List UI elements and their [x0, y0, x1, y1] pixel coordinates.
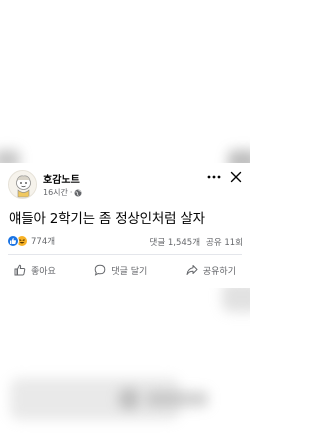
globe-icon [74, 189, 82, 197]
reaction-summary[interactable]: 774개 [7, 235, 55, 247]
avatar[interactable] [8, 170, 37, 199]
reaction-count: 774개 [31, 237, 56, 247]
close-icon [230, 171, 242, 183]
share-arrow-icon [186, 265, 198, 275]
share-button[interactable]: 공유하기 [178, 255, 244, 285]
share-button-label: 공유하기 [202, 266, 236, 277]
post-time[interactable]: 16시간 [43, 187, 68, 198]
blurred-background-icon [118, 388, 140, 410]
like-reaction-icon [7, 235, 19, 247]
screen: 호감노트 16시간 · 얘들아 2학기는 좀 정상인처럼 살자 774개 댓글 … [0, 0, 250, 444]
close-button[interactable] [228, 169, 244, 185]
post-meta: 16시간 · [43, 187, 82, 198]
post-action-bar: 좋아요 댓글 달기 공유하기 [0, 255, 250, 285]
more-options-button[interactable] [206, 170, 222, 184]
comment-bubble-icon [95, 264, 106, 276]
like-button[interactable]: 좋아요 [6, 255, 64, 285]
comment-button-label: 댓글 달기 [111, 266, 148, 277]
blurred-background-text [146, 391, 208, 407]
author-name[interactable]: 호감노트 [43, 171, 80, 186]
post-card: 호감노트 16시간 · 얘들아 2학기는 좀 정상인처럼 살자 774개 댓글 … [0, 163, 250, 288]
share-count[interactable]: 공유 11회 [206, 236, 243, 248]
comment-count[interactable]: 댓글 1,545개 [150, 236, 201, 248]
avatar-illustration-icon [9, 171, 36, 198]
post-body-text: 얘들아 2학기는 좀 정상인처럼 살자 [9, 211, 205, 227]
comment-button[interactable]: 댓글 달기 [86, 255, 155, 285]
post-stats: 댓글 1,545개 공유 11회 [150, 236, 243, 248]
ellipsis-icon [207, 175, 221, 179]
like-button-label: 좋아요 [31, 266, 56, 277]
thumbs-up-icon [14, 264, 26, 276]
